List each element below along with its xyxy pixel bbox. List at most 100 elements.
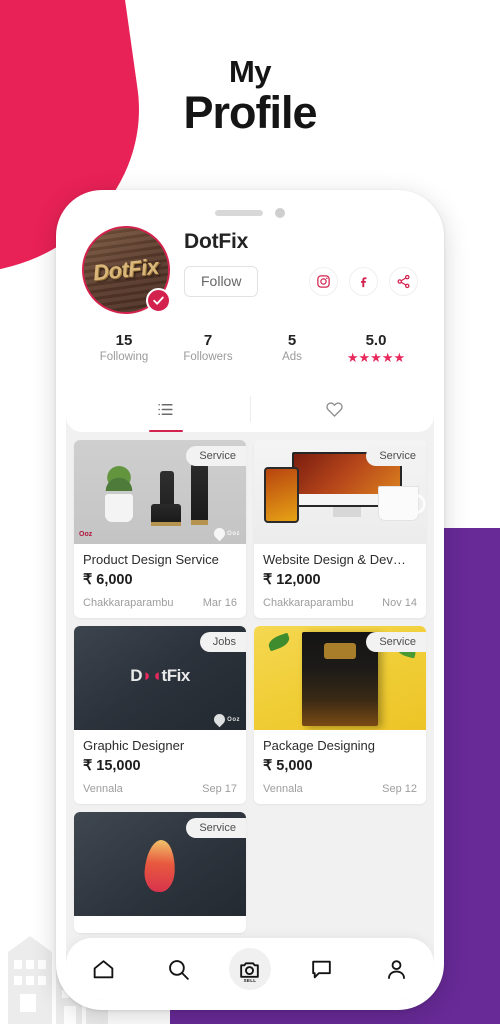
listing-image: Service (74, 812, 246, 916)
listing-badge: Service (366, 632, 426, 652)
listing-location: Vennala (83, 783, 123, 795)
bottom-navigation: SELL (66, 938, 434, 1000)
listing-meta: Chakkaraparambu Mar 16 (83, 597, 237, 609)
watermark-text: Ooz (227, 716, 240, 723)
profile-tabs (82, 386, 418, 432)
heart-icon (326, 401, 343, 417)
pot-graphic (104, 494, 133, 523)
listing-location: Chakkaraparambu (263, 597, 354, 609)
profile-top-row: DotFix DotFix Follow (82, 226, 418, 314)
listing-price: ₹ 6,000 (83, 572, 133, 588)
listing-card[interactable]: Service (74, 812, 246, 933)
tab-listings[interactable] (82, 386, 250, 432)
listing-badge: Jobs (199, 632, 246, 652)
page-title-line2: Profile (183, 86, 317, 138)
listing-card[interactable]: Service Package Designing ₹ 5,000 Vennal… (254, 626, 426, 804)
facebook-icon (361, 277, 367, 288)
pin-icon (211, 711, 228, 728)
listing-image: Service (254, 626, 426, 730)
chat-icon (312, 960, 332, 978)
tab-favorites[interactable] (251, 386, 419, 432)
search-icon (168, 959, 189, 980)
phone-graphic (264, 467, 299, 524)
bottle-graphic (191, 453, 209, 525)
avatar[interactable]: DotFix (82, 226, 171, 314)
rating-stars: ★★★★★ (346, 350, 406, 365)
nav-profile[interactable] (373, 947, 421, 991)
listing-price: ₹ 15,000 (83, 758, 141, 774)
nav-chat[interactable] (298, 947, 346, 991)
leaf-graphic (266, 632, 292, 652)
listing-badge: Service (186, 446, 246, 466)
listing-card[interactable]: D◗◖tFix Jobs Ooz Graphic Designer ₹ 15,0… (74, 626, 246, 804)
instagram-button[interactable] (309, 267, 338, 297)
flame-graphic (143, 839, 177, 894)
nav-search[interactable] (154, 947, 202, 991)
listing-meta: Vennala Sep 12 (263, 783, 417, 795)
listing-body: Product Design Service ₹ 6,000 Chakkarap… (74, 544, 246, 618)
listing-title: Website Design & Dev… (263, 552, 406, 567)
listing-card[interactable]: Ooz Service Ooz Product Design Service ₹… (74, 440, 246, 618)
list-icon (158, 403, 173, 415)
listing-title: Package Designing (263, 738, 376, 753)
pin-icon (211, 525, 228, 542)
listing-body: Graphic Designer ₹ 15,000 Vennala Sep 17 (74, 730, 246, 804)
listing-price: ₹ 5,000 (263, 758, 313, 774)
plant-graphic (101, 460, 136, 491)
stat-following[interactable]: 15 Following (82, 332, 166, 366)
listing-body: Website Design & Dev… ₹ 12,000 Chakkarap… (254, 544, 426, 618)
notch-speaker (215, 210, 263, 216)
share-icon (397, 275, 410, 289)
listing-image: D◗◖tFix Jobs Ooz (74, 626, 246, 730)
package-brand-graphic (324, 642, 356, 659)
person-icon (388, 959, 406, 979)
stat-label: Followers (183, 351, 233, 363)
home-icon (93, 959, 114, 978)
listing-card[interactable]: Service Website Design & Dev… ₹ 12,000 C… (254, 440, 426, 618)
profile-stats: 15 Following 7 Followers 5 Ads 5.0 ★★★★★ (82, 332, 418, 380)
phone-mockup: DotFix DotFix Follow 15 Following 7 Foll… (56, 190, 444, 1010)
listing-meta: Chakkaraparambu Nov 14 (263, 597, 417, 609)
artwork-logo-text: D◗◖tFix (130, 665, 190, 685)
listing-title: Product Design Service (83, 552, 219, 567)
listings-area[interactable]: Ooz Service Ooz Product Design Service ₹… (66, 432, 434, 1000)
stat-label: Following (99, 351, 149, 363)
listing-date: Nov 14 (382, 597, 417, 609)
nav-sell[interactable]: SELL (228, 948, 271, 990)
listing-date: Mar 16 (202, 597, 237, 609)
profile-name: DotFix (184, 230, 249, 253)
profile-info: DotFix Follow (184, 226, 418, 298)
listing-image: Service (254, 440, 426, 544)
listing-badge: Service (366, 446, 426, 466)
listing-price: ₹ 12,000 (263, 572, 321, 588)
stat-value: 15 (115, 332, 133, 349)
profile-actions: Follow (184, 266, 418, 298)
social-links (309, 267, 418, 297)
phone-screen: DotFix DotFix Follow 15 Following 7 Foll… (66, 200, 434, 1000)
listing-image: Ooz Service Ooz (74, 440, 246, 544)
watermark-text: Ooz (227, 530, 240, 537)
listings-grid: Ooz Service Ooz Product Design Service ₹… (74, 440, 426, 933)
follow-button[interactable]: Follow (184, 266, 259, 298)
share-button[interactable] (389, 267, 418, 297)
listing-title: Graphic Designer (83, 738, 185, 753)
monitor-stand-graphic (333, 506, 361, 517)
phone-notch (159, 200, 341, 226)
listing-meta: Vennala Sep 17 (83, 783, 237, 795)
stat-rating[interactable]: 5.0 ★★★★★ (334, 332, 418, 366)
listing-date: Sep 17 (202, 783, 237, 795)
jar-graphic (151, 504, 182, 527)
listing-watermark: Ooz (211, 711, 240, 728)
listing-location: Vennala (263, 783, 303, 795)
sell-label: SELL (243, 978, 257, 983)
stat-followers[interactable]: 7 Followers (166, 332, 250, 366)
mug-graphic (377, 485, 426, 522)
page-title-line1: My (228, 54, 272, 89)
listing-placeholder (254, 812, 426, 933)
nav-home[interactable] (79, 947, 127, 991)
facebook-button[interactable] (349, 267, 378, 297)
listing-watermark: Ooz (211, 525, 240, 542)
stat-ads[interactable]: 5 Ads (250, 332, 334, 366)
listing-body (74, 916, 246, 933)
stat-label: Ads (282, 351, 302, 363)
